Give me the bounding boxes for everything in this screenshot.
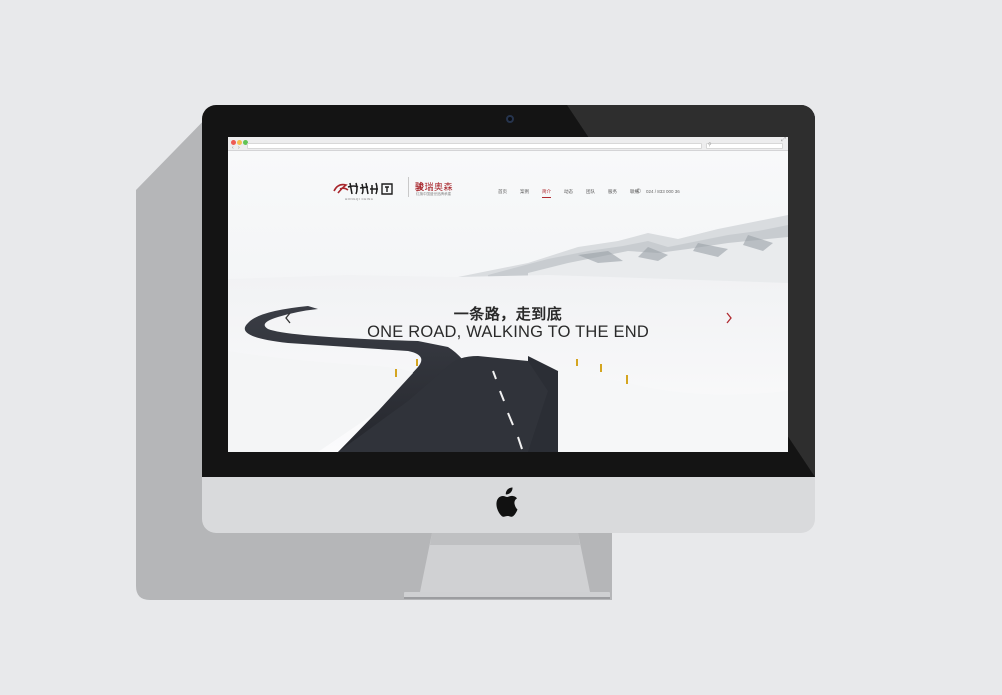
- nav-item-home[interactable]: 首页: [498, 189, 507, 195]
- logo-divider: [408, 177, 409, 197]
- nav-item-news[interactable]: 动态: [564, 189, 573, 195]
- phone-number: 024 / 833 000 36: [646, 189, 680, 194]
- search-input[interactable]: ⚲: [706, 142, 783, 149]
- chevron-left-icon[interactable]: [283, 311, 293, 325]
- nav-item-about[interactable]: 简介: [542, 189, 551, 198]
- brand-subtitle: HONGQI CHINA: [345, 197, 374, 201]
- hongqi-calligraphy-logo-icon[interactable]: [332, 179, 402, 197]
- phone-contact[interactable]: ✆ 024 / 833 000 36: [636, 188, 680, 195]
- camera-icon: [506, 115, 514, 123]
- apple-logo-icon: [496, 487, 518, 517]
- hero-headline-chinese: 一条路，走到底: [453, 305, 563, 323]
- main-nav: 首页 案例 简介 动态 团队 服务 联络: [498, 189, 652, 198]
- phone-icon: ✆: [636, 189, 642, 195]
- search-icon: ⚲: [708, 142, 712, 148]
- hero-slider: HONGQI CHINA 骏瑞奥森 红旗中国盛世品牌承建 首页 案例 简介 动态…: [228, 151, 788, 452]
- browser-window: ‹ › ⚲ ⤢ HONGQI CHINA 骏瑞奥森 红旗中国盛世品牌承建 首页 …: [228, 137, 788, 452]
- browser-toolbar: ‹ › ⚲ ⤢: [228, 137, 788, 151]
- expand-icon[interactable]: ⤢: [781, 137, 786, 144]
- hero-headline-english: ONE ROAD, WALKING TO THE END: [367, 323, 649, 341]
- nav-item-cases[interactable]: 案例: [520, 189, 529, 195]
- partner-subtitle: 红旗中国盛世品牌承建: [416, 192, 451, 196]
- nav-item-team[interactable]: 团队: [586, 189, 595, 195]
- hero-background-image: [228, 151, 788, 452]
- chevron-right-icon[interactable]: [724, 311, 734, 325]
- nav-item-services[interactable]: 服务: [608, 189, 617, 195]
- address-bar[interactable]: [247, 143, 702, 149]
